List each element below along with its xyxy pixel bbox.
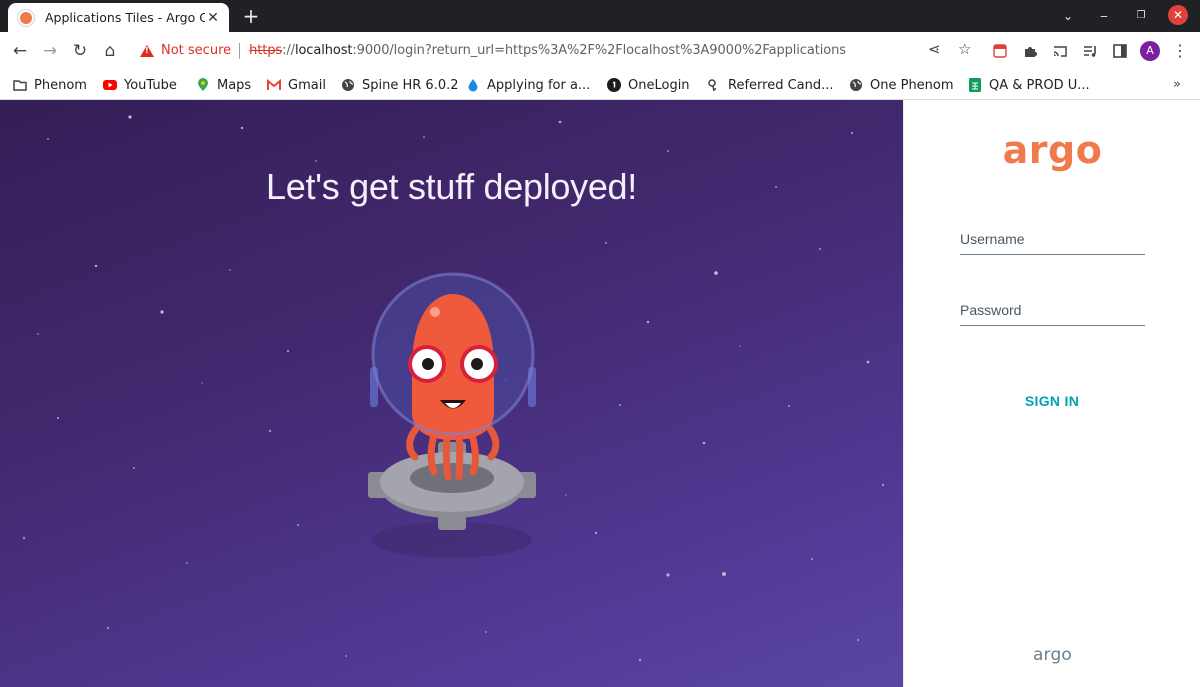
tab-title: Applications Tiles - Argo C [45, 10, 205, 25]
globe-icon [342, 79, 354, 91]
browser-menu-icon[interactable]: ⋮ [1170, 41, 1190, 60]
window-close-button[interactable]: ✕ [1168, 5, 1188, 25]
username-input[interactable] [960, 225, 1145, 255]
tab-search-icon[interactable]: ⌄ [1058, 6, 1078, 26]
gmail-icon [267, 78, 281, 90]
bookmark-youtube[interactable]: YouTube [103, 75, 177, 95]
cast-icon[interactable] [1053, 44, 1067, 58]
argo-octopus-mascot-icon [368, 272, 536, 558]
tab-close-icon[interactable]: ✕ [205, 10, 221, 26]
folder-icon [13, 80, 27, 91]
browser-tab[interactable]: Applications Tiles - Argo C ✕ [8, 3, 229, 32]
address-bar[interactable]: Not secure https://localhost:9000/login?… [128, 35, 983, 66]
profile-avatar[interactable]: A [1140, 41, 1160, 61]
minimize-button[interactable]: ‒ [1094, 6, 1114, 26]
login-panel: argo Username Password SIGN IN argo [903, 100, 1200, 687]
sign-in-button[interactable]: SIGN IN [1002, 386, 1102, 416]
omnibox-divider [239, 42, 241, 59]
hero-panel: Let's get stuff deployed! [0, 100, 903, 687]
argo-favicon-icon [18, 9, 34, 26]
bookmark-gmail[interactable]: Gmail [267, 75, 326, 95]
security-indicator[interactable]: Not secure [161, 43, 231, 58]
sheets-icon [969, 78, 981, 92]
warning-icon [140, 44, 154, 57]
back-arrow-icon[interactable]: ← [8, 39, 32, 63]
bookmark-spine-hr[interactable]: Spine HR 6.0.2 [341, 75, 459, 95]
globe-icon [850, 79, 862, 91]
maps-icon [198, 78, 208, 91]
url-text[interactable]: https://localhost:9000/login?return_url=… [249, 43, 846, 58]
share-icon[interactable]: ⋖ [928, 40, 941, 58]
tab-strip: Applications Tiles - Argo C ✕ + ⌄ ‒ ❐ ✕ [0, 0, 1200, 32]
bookmarks-bar: Phenom YouTube Maps Gmail Spine HR 6.0.2… [0, 69, 1200, 100]
argo-logo: argo [1002, 128, 1103, 172]
password-field[interactable]: Password [960, 296, 1145, 326]
new-tab-button[interactable]: + [240, 4, 262, 28]
side-panel-icon[interactable] [1113, 44, 1127, 58]
footer-argo-logo: argo [1032, 645, 1073, 665]
bookmark-one-phenom[interactable]: One Phenom [849, 75, 954, 95]
bookmark-applying-for[interactable]: Applying for a... [466, 75, 590, 95]
media-controls-icon[interactable] [1083, 44, 1097, 58]
extensions-puzzle-icon[interactable] [1023, 44, 1037, 58]
onelogin-icon [607, 78, 621, 92]
reload-icon[interactable]: ↻ [68, 39, 92, 63]
bookmark-maps[interactable]: Maps [196, 75, 251, 95]
drop-icon [468, 79, 478, 92]
hero-title: Let's get stuff deployed! [266, 166, 637, 207]
bookmark-onelogin[interactable]: OneLogin [607, 75, 690, 95]
password-input[interactable] [960, 296, 1145, 326]
bookmarks-overflow-button[interactable]: » [1173, 77, 1181, 92]
calendar-extension-icon[interactable] [993, 44, 1007, 58]
username-field[interactable]: Username [960, 225, 1145, 255]
browser-toolbar: ← → ↻ ⌂ Not secure https://localhost:900… [0, 32, 1200, 69]
bookmark-star-icon[interactable]: ☆ [958, 40, 971, 58]
bookmark-referred-cand[interactable]: Referred Cand... [707, 75, 834, 95]
bookmark-phenom[interactable]: Phenom [13, 75, 87, 95]
bookmark-qa-prod[interactable]: QA & PROD U... [968, 75, 1090, 95]
restore-button[interactable]: ❐ [1131, 6, 1151, 26]
home-icon[interactable]: ⌂ [98, 39, 122, 63]
forward-arrow-icon[interactable]: → [38, 39, 62, 63]
youtube-icon [103, 80, 117, 90]
key-icon [708, 79, 716, 92]
